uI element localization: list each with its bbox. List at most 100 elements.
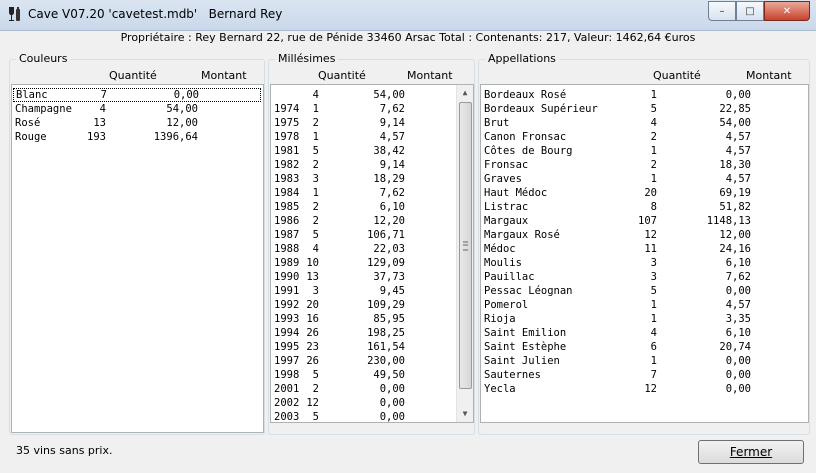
item-amount: 22,03	[373, 243, 405, 255]
item-quantity: 5	[312, 145, 319, 157]
list-item[interactable]: Blanc 7 0,00	[13, 88, 261, 102]
item-quantity: 5	[312, 369, 319, 381]
list-item[interactable]: 1983 3 18,29	[271, 172, 473, 186]
item-amount: 6,10	[725, 327, 751, 339]
list-item[interactable]: Brut 4 54,00	[481, 116, 808, 130]
item-quantity: 3	[650, 271, 657, 283]
item-name: Bordeaux Rosé	[484, 89, 567, 101]
list-item[interactable]: 2003 5 0,00	[271, 410, 473, 422]
item-amount: 0,00	[725, 369, 751, 381]
list-item[interactable]: Saint Estèphe 6 20,74	[481, 340, 808, 354]
list-item[interactable]: Bordeaux Rosé 1 0,00	[481, 88, 808, 102]
list-item[interactable]: Yecla 12 0,00	[481, 382, 808, 396]
list-item[interactable]: 1997 26 230,00	[271, 354, 473, 368]
item-name: Rouge	[15, 131, 47, 143]
list-item[interactable]: 1992 20 109,29	[271, 298, 473, 312]
maximize-button[interactable]: □	[736, 1, 764, 21]
item-amount: 54,00	[373, 89, 405, 101]
list-item[interactable]: Rioja 1 3,35	[481, 312, 808, 326]
list-item[interactable]: 1991 3 9,45	[271, 284, 473, 298]
list-item[interactable]: 1982 2 9,14	[271, 158, 473, 172]
list-item[interactable]: Champagne 4 54,00	[12, 102, 263, 116]
list-item[interactable]: Pomerol 1 4,57	[481, 298, 808, 312]
item-amount: 109,29	[367, 299, 405, 311]
item-name: Moulis	[484, 257, 522, 269]
item-amount: 0,00	[725, 383, 751, 395]
millesimes-scrollbar[interactable]: ▲ ▼	[456, 85, 473, 422]
close-window-button[interactable]: ✕	[764, 1, 810, 21]
item-amount: 6,10	[725, 257, 751, 269]
item-amount: 54,00	[719, 117, 751, 129]
list-item[interactable]: 1987 5 106,71	[271, 228, 473, 242]
list-item[interactable]: 1975 2 9,14	[271, 116, 473, 130]
item-name: Saint Emilion	[484, 327, 567, 339]
couleurs-list[interactable]: Blanc 7 0,00 Champagne 4 54,00 Rosé 13 12,00 Roug…	[11, 84, 264, 433]
list-item[interactable]: Listrac 8 51,82	[481, 200, 808, 214]
list-item[interactable]: Fronsac 2 18,30	[481, 158, 808, 172]
item-quantity: 1	[312, 187, 319, 199]
list-item[interactable]: Saint Emilion 4 6,10	[481, 326, 808, 340]
list-item[interactable]: Bordeaux Supérieur 5 22,85	[481, 102, 808, 116]
list-item[interactable]: 2002 12 0,00	[271, 396, 473, 410]
item-quantity: 4	[650, 117, 657, 129]
list-item[interactable]: 1978 1 4,57	[271, 130, 473, 144]
item-quantity: 1	[650, 313, 657, 325]
list-item[interactable]: Margaux 107 1148,13	[481, 214, 808, 228]
wine-app-icon	[9, 7, 20, 21]
item-quantity: 20	[644, 187, 657, 199]
list-item[interactable]: Haut Médoc 20 69,19	[481, 186, 808, 200]
item-quantity: 20	[306, 299, 319, 311]
list-item[interactable]: 1989 10 129,09	[271, 256, 473, 270]
list-item[interactable]: 1985 2 6,10	[271, 200, 473, 214]
item-quantity: 12	[644, 383, 657, 395]
list-item[interactable]: Pauillac 3 7,62	[481, 270, 808, 284]
list-item[interactable]: 1995 23 161,54	[271, 340, 473, 354]
item-amount: 6,10	[379, 201, 405, 213]
item-amount: 0,00	[725, 89, 751, 101]
list-item[interactable]: Médoc 11 24,16	[481, 242, 808, 256]
item-quantity: 2	[312, 159, 319, 171]
item-quantity: 8	[650, 201, 657, 213]
list-item[interactable]: Canon Fronsac 2 4,57	[481, 130, 808, 144]
list-item[interactable]: Rouge 193 1396,64	[12, 130, 263, 144]
list-item[interactable]: Sauternes 7 0,00	[481, 368, 808, 382]
list-item[interactable]: 1993 16 85,95	[271, 312, 473, 326]
list-item[interactable]: Moulis 3 6,10	[481, 256, 808, 270]
millesimes-list[interactable]: 4 54,00 1974 1 7,62 1975 2 9,14 1978 1 4,57 1981 5 38…	[270, 84, 474, 423]
list-item[interactable]: 1984 1 7,62	[271, 186, 473, 200]
list-item[interactable]: Côtes de Bourg 1 4,57	[481, 144, 808, 158]
list-item[interactable]: 4 54,00	[271, 88, 473, 102]
list-item[interactable]: 1998 5 49,50	[271, 368, 473, 382]
minimize-button[interactable]: –	[708, 1, 736, 21]
item-name: Fronsac	[484, 159, 529, 171]
grip-icon	[463, 241, 468, 250]
item-name: Saint Estèphe	[484, 341, 567, 353]
list-item[interactable]: 1994 26 198,25	[271, 326, 473, 340]
list-item[interactable]: 1990 13 37,73	[271, 270, 473, 284]
list-item[interactable]: Margaux Rosé 12 12,00	[481, 228, 808, 242]
list-item[interactable]: Saint Julien 1 0,00	[481, 354, 808, 368]
list-item[interactable]: Pessac Léognan 5 0,00	[481, 284, 808, 298]
item-quantity: 11	[644, 243, 657, 255]
appellations-label: Appellations	[485, 52, 559, 65]
item-amount: 9,14	[379, 117, 405, 129]
item-amount: 51,82	[719, 201, 751, 213]
item-name: Pauillac	[484, 271, 535, 283]
fermer-button[interactable]: Fermer	[698, 440, 804, 464]
list-item[interactable]: 2001 2 0,00	[271, 382, 473, 396]
list-item[interactable]: 1986 2 12,20	[271, 214, 473, 228]
list-item[interactable]: 1974 1 7,62	[271, 102, 473, 116]
millesimes-group: Millésimes Quantité Montant 4 54,00 1974 1 7…	[268, 52, 475, 435]
list-item[interactable]: 1988 4 22,03	[271, 242, 473, 256]
item-quantity: 2	[650, 159, 657, 171]
window-title: Cave V07.20 'cavetest.mdb' Bernard Rey	[28, 7, 283, 21]
list-item[interactable]: Rosé 13 12,00	[12, 116, 263, 130]
list-item[interactable]: Graves 1 4,57	[481, 172, 808, 186]
list-item[interactable]: 1981 5 38,42	[271, 144, 473, 158]
scrollbar-thumb[interactable]	[459, 102, 472, 389]
appellations-list[interactable]: Bordeaux Rosé 1 0,00 Bordeaux Supérieur 5 22,…	[480, 84, 809, 423]
scroll-down-arrow-icon[interactable]: ▼	[457, 407, 473, 421]
item-name: Champagne	[15, 103, 72, 115]
appellations-amount-header: Montant	[746, 69, 792, 82]
scroll-up-arrow-icon[interactable]: ▲	[457, 86, 473, 100]
